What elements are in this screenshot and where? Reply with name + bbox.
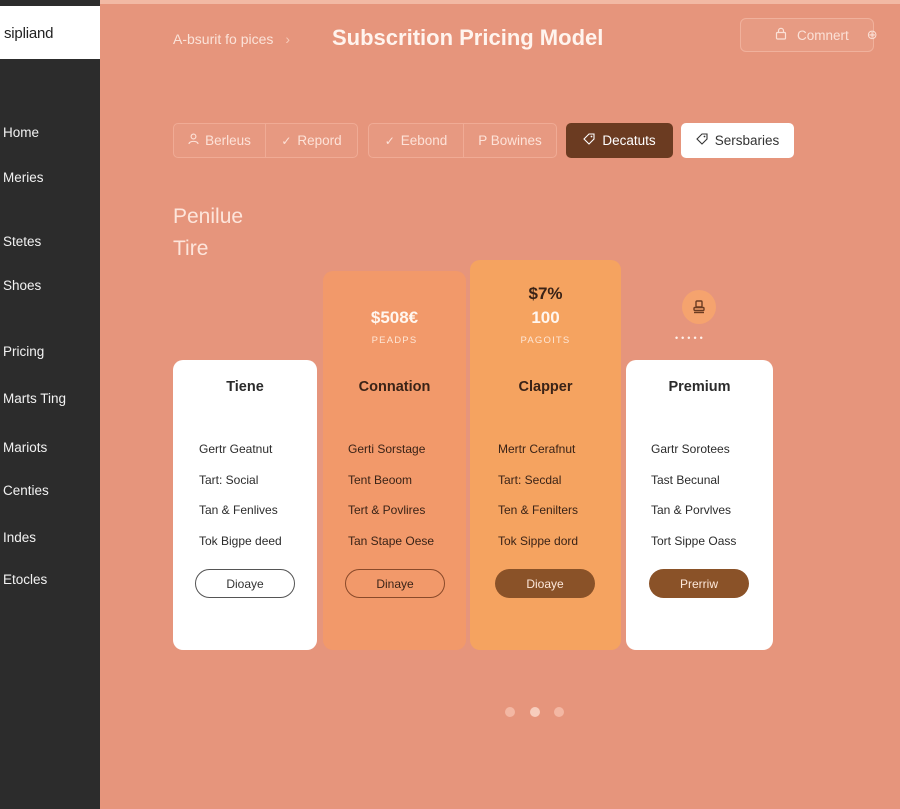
card-feature: Tok Bigpe deed <box>199 534 282 548</box>
sidebar-item-stetes[interactable]: Stetes <box>3 234 41 249</box>
premium-cta-button[interactable]: Prerriw <box>649 569 749 598</box>
tag-icon <box>695 133 708 148</box>
page-title: Subscrition Pricing Model <box>332 25 604 50</box>
decatuts-button-label: Decatuts <box>602 133 656 148</box>
lock-icon <box>775 27 787 43</box>
sidebar-item-shoes[interactable]: Shoes <box>3 278 41 293</box>
comment-button[interactable]: Comnert ⊕ <box>740 18 878 52</box>
card-price-secondary: 100 <box>531 308 560 327</box>
sidebar-item-pricing[interactable]: Pricing <box>3 344 44 359</box>
connation-cta-button[interactable]: Dinaye <box>345 569 445 598</box>
card-feature: Gerti Sorstage <box>348 442 426 456</box>
filter-group-2: ✓ Eebond P Bowines <box>368 123 557 158</box>
sidebar-item-mariots[interactable]: Mariots <box>3 440 47 455</box>
card-feature: Tan & Fenlives <box>199 503 278 517</box>
sidebar-item-centies[interactable]: Centies <box>3 483 49 498</box>
pricing-card-premium: Premium Gartr Sorotees Tast Becunal Tan … <box>626 360 773 650</box>
section-title: Penilue Tire <box>173 201 243 265</box>
sidebar-item-home[interactable]: Home <box>3 125 39 140</box>
pager-dot-2[interactable] <box>530 707 540 717</box>
rating-dots: ••••• <box>675 333 706 343</box>
card-feature: Ten & Fenilters <box>498 503 579 517</box>
sersbaries-button-label: Sersbaries <box>714 133 780 148</box>
card-title: Tiene <box>226 379 264 395</box>
filter-label: Repord <box>297 133 342 148</box>
filter-repord[interactable]: ✓ Repord <box>265 124 357 157</box>
card-price: $508€ <box>370 308 419 327</box>
filter-label: Eebond <box>400 133 448 148</box>
sidebar-item-indes[interactable]: Indes <box>3 530 36 545</box>
card-price-period: PEADPS <box>371 335 418 346</box>
sidebar-item-meries[interactable]: Meries <box>3 170 44 185</box>
check-icon: ✓ <box>281 133 292 148</box>
tag-icon <box>583 133 595 148</box>
card-feature: Tan & Porvlves <box>651 503 732 517</box>
sidebar-item-marts-ting[interactable]: Marts Ting <box>3 391 66 406</box>
breadcrumb-label[interactable]: A-bsurit fo pices <box>173 31 273 47</box>
pricing-card-clapper: $7% 100 PAGOITS Clapper Mertr Cerafnut T… <box>470 260 621 650</box>
card-feature: Tent Beoom <box>348 473 413 487</box>
tiene-cta-button[interactable]: Dioaye <box>195 569 295 598</box>
info-icon: ⊕ <box>866 27 878 42</box>
check-icon: ✓ <box>384 133 395 148</box>
filter-berleus[interactable]: Berleus <box>174 124 265 157</box>
sersbaries-button[interactable]: Sersbaries <box>681 123 794 158</box>
filter-eebond[interactable]: ✓ Eebond <box>369 124 463 157</box>
sidebar-item-etocles[interactable]: Etocles <box>3 572 47 587</box>
card-feature: Tan Stape Oese <box>348 534 435 548</box>
card-title: Premium <box>668 379 731 395</box>
brand-logo[interactable]: sipliand <box>0 6 100 59</box>
card-feature: Tert & Povlires <box>348 503 426 517</box>
section-title-line-2: Tire <box>173 237 209 260</box>
filter-label: P Bowines <box>478 133 542 148</box>
decatuts-button[interactable]: Decatuts <box>566 123 673 158</box>
filter-bowines[interactable]: P Bowines <box>463 124 556 157</box>
pricing-card-tiene: Tiene Gertr Geatnut Tart: Social Tan & F… <box>173 360 317 650</box>
clapper-cta-button[interactable]: Dioaye <box>495 569 595 598</box>
breadcrumb[interactable]: A-bsurit fo pices › <box>173 31 290 47</box>
user-icon <box>188 133 199 148</box>
card-feature: Tok Sippe dord <box>498 534 579 548</box>
pager-dot-1[interactable] <box>505 707 515 717</box>
card-price: $7% <box>528 284 563 303</box>
filter-group-1: Berleus ✓ Repord <box>173 123 358 158</box>
card-feature: Mertr Cerafnut <box>498 442 576 456</box>
card-title: Connation <box>358 379 431 395</box>
chevron-right-icon: › <box>285 31 291 47</box>
pricing-card-connation: $508€ PEADPS Connation Gerti Sorstage Te… <box>323 271 466 650</box>
comment-button-label: Comnert <box>797 27 849 43</box>
card-title: Clapper <box>518 379 573 395</box>
card-feature: Tast Becunal <box>651 473 720 487</box>
card-feature: Gertr Geatnut <box>199 442 273 456</box>
card-price-period: PAGOITS <box>520 335 571 346</box>
top-accent-line <box>0 0 900 4</box>
section-title-line-1: Penilue <box>173 205 244 228</box>
card-feature: Gartr Sorotees <box>651 442 730 456</box>
card-feature: Tart: Social <box>199 473 259 487</box>
card-feature: Tort Sippe Oass <box>651 534 737 548</box>
pager-dot-3[interactable] <box>554 707 564 717</box>
stamp-icon <box>682 290 716 324</box>
sidebar: sipliand Home Meries Stetes Shoes Pricin… <box>0 0 100 809</box>
card-feature: Tart: Secdal <box>498 473 562 487</box>
filter-label: Berleus <box>205 133 251 148</box>
